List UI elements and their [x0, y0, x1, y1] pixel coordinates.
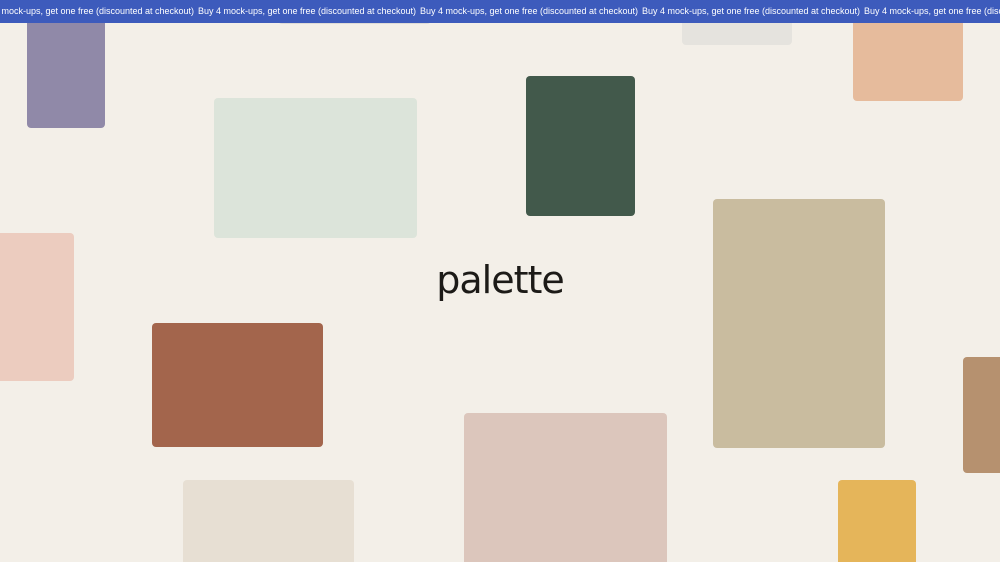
palette-logo[interactable]: palette — [0, 250, 1000, 310]
swatch-rose-dust — [464, 413, 667, 562]
swatch-lavender — [27, 10, 105, 128]
promo-marquee-bar[interactable]: Buy 4 mock-ups, get one free (discounted… — [0, 0, 1000, 23]
swatch-terracotta — [152, 323, 323, 447]
swatch-mustard — [838, 480, 916, 562]
promo-message[interactable]: Buy 4 mock-ups, get one free (discounted… — [862, 0, 1000, 23]
hero-canvas: Buy 4 mock-ups, get one free (discounted… — [0, 0, 1000, 562]
swatch-forest-green — [526, 76, 635, 216]
swatch-linen — [183, 480, 354, 562]
promo-track: Buy 4 mock-ups, get one free (discounted… — [0, 0, 1000, 23]
promo-message[interactable]: Buy 4 mock-ups, get one free (discounted… — [418, 0, 640, 23]
swatch-peach — [853, 10, 963, 101]
swatch-sand — [713, 199, 885, 448]
promo-message[interactable]: Buy 4 mock-ups, get one free (discounted… — [640, 0, 862, 23]
promo-message[interactable]: Buy 4 mock-ups, get one free (discounted… — [0, 0, 196, 23]
promo-message[interactable]: Buy 4 mock-ups, get one free (discounted… — [196, 0, 418, 23]
swatch-clay — [963, 357, 1000, 473]
swatch-sage-mist — [214, 98, 417, 238]
